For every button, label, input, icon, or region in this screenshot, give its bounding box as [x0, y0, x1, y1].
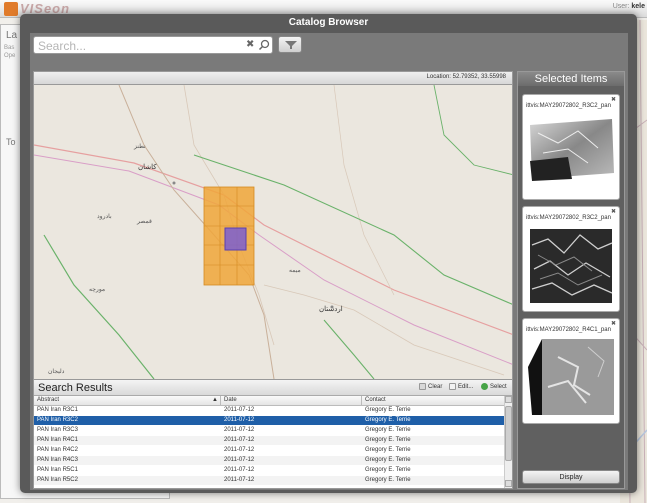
map-label: کاشان: [138, 164, 157, 171]
layers-panel-text: Bas Ope: [4, 45, 16, 59]
cell-contact: Gregory E. Terrie: [365, 437, 411, 443]
cell-date: 2011-07-12: [224, 447, 255, 453]
cell-date: 2011-07-12: [224, 427, 255, 433]
tools-panel-title: To: [6, 137, 16, 147]
search-box: ✖: [33, 36, 273, 54]
table-row[interactable]: PAN Iran R3C1 2011-07-12 Gregory E. Terr…: [34, 406, 504, 415]
table-row[interactable]: PAN Iran R3C2 2011-07-12 Gregory E. Terr…: [34, 416, 504, 425]
edit-icon: [449, 383, 456, 390]
map-label: نطنز: [134, 144, 146, 150]
cell-date: 2011-07-12: [224, 407, 255, 413]
select-button[interactable]: Select: [481, 383, 507, 390]
selected-items-panel: Selected Items ✖ ittvis:MAY29072802_R3C2…: [517, 71, 625, 489]
user-label: User:: [612, 3, 630, 10]
display-button[interactable]: Display: [522, 470, 620, 484]
selected-item-name: ittvis:MAY29072802_R4C1_pan: [526, 327, 611, 333]
column-headers: Abstract ▲ Date Contact: [34, 396, 504, 406]
results-title: Search Results: [38, 382, 113, 394]
cell-contact: Gregory E. Terrie: [365, 447, 411, 453]
select-label: Select: [490, 383, 507, 390]
column-contact[interactable]: Contact: [365, 397, 386, 403]
app-logo-icon: [4, 2, 18, 16]
column-divider[interactable]: [220, 396, 221, 406]
table-row[interactable]: PAN Iran R4C1 2011-07-12 Gregory E. Terr…: [34, 436, 504, 445]
clear-label: Clear: [428, 383, 443, 390]
clear-results-button[interactable]: Clear: [419, 383, 442, 390]
cell-contact: Gregory E. Terrie: [365, 417, 411, 423]
clear-icon: [419, 383, 426, 390]
cell-abstract: PAN Iran R5C2: [37, 477, 78, 483]
remove-item-icon[interactable]: ✖: [611, 208, 616, 215]
map-view[interactable]: نطنز کاشان قمصر بادرود میمه اردستان مورچ…: [33, 85, 513, 379]
cell-abstract: PAN Iran R4C1: [37, 437, 78, 443]
magnifier-icon[interactable]: [258, 39, 270, 51]
selected-item-thumbnail: [528, 225, 614, 305]
dialog-body: ✖ Location: 52.79352, 33.55998: [30, 33, 628, 490]
location-readout: Location: 52.79352, 33.55998: [426, 74, 506, 80]
catalog-browser-dialog: Catalog Browser ✖ Location: 52.79352, 33…: [20, 14, 637, 493]
cell-date: 2011-07-12: [224, 417, 255, 423]
sort-ascending-icon[interactable]: ▲: [212, 397, 218, 403]
dialog-title: Catalog Browser: [288, 17, 369, 28]
column-abstract[interactable]: Abstract: [37, 397, 59, 403]
cell-contact: Gregory E. Terrie: [365, 407, 411, 413]
user-name: kele: [631, 3, 645, 10]
cell-date: 2011-07-12: [224, 457, 255, 463]
remove-item-icon[interactable]: ✖: [611, 320, 616, 327]
cell-abstract: PAN Iran R4C3: [37, 457, 78, 463]
column-divider[interactable]: [361, 396, 362, 406]
cell-abstract: PAN Iran R3C1: [37, 407, 78, 413]
clear-icon[interactable]: ✖: [246, 39, 254, 50]
column-date[interactable]: Date: [224, 397, 237, 403]
footprint-grid[interactable]: [203, 186, 255, 286]
map-label: بادرود: [97, 214, 112, 220]
cell-contact: Gregory E. Terrie: [365, 427, 411, 433]
table-row[interactable]: PAN Iran R5C1 2011-07-12 Gregory E. Terr…: [34, 466, 504, 475]
selected-item-name: ittvis:MAY29072802_R3C2_pan: [526, 215, 611, 221]
layers-panel-title: La: [6, 30, 18, 41]
scroll-up-arrow-icon[interactable]: [505, 396, 512, 403]
map-label: قمصر: [137, 219, 152, 225]
selected-item-name: ittvis:MAY29072802_R3C2_pan: [526, 103, 611, 109]
edit-button[interactable]: Edit...: [449, 383, 473, 390]
results-rows: PAN Iran R3C1 2011-07-12 Gregory E. Terr…: [34, 406, 504, 488]
table-row[interactable]: PAN Iran R5C2 2011-07-12 Gregory E. Terr…: [34, 476, 504, 485]
scroll-down-arrow-icon[interactable]: [505, 480, 512, 487]
selected-item-thumbnail: [528, 113, 614, 193]
edit-label: Edit...: [458, 383, 474, 390]
map-label: دلیجان: [48, 369, 65, 375]
results-header: Search Results Clear Edit... Select: [34, 380, 512, 396]
cell-abstract: PAN Iran R3C3: [37, 427, 78, 433]
user-info: User: kele: [613, 3, 645, 10]
map-label: مورچه: [89, 287, 106, 293]
cell-contact: Gregory E. Terrie: [365, 477, 411, 483]
funnel-icon: [285, 41, 297, 49]
selected-item-thumbnail: [528, 337, 614, 417]
cell-contact: Gregory E. Terrie: [365, 457, 411, 463]
table-row[interactable]: PAN Iran R4C3 2011-07-12 Gregory E. Terr…: [34, 456, 504, 465]
cell-abstract: PAN Iran R3C2: [37, 417, 78, 423]
cell-date: 2011-07-12: [224, 477, 255, 483]
cell-abstract: PAN Iran R4C2: [37, 447, 78, 453]
filter-button[interactable]: [278, 36, 302, 53]
remove-item-icon[interactable]: ✖: [611, 96, 616, 103]
cell-contact: Gregory E. Terrie: [365, 467, 411, 473]
select-icon: [481, 383, 488, 390]
scroll-thumb[interactable]: [505, 406, 512, 461]
selected-item-card[interactable]: ✖ ittvis:MAY29072802_R4C1_pan: [522, 318, 620, 424]
map-header: Location: 52.79352, 33.55998: [33, 71, 513, 85]
map-label: اردستان: [319, 306, 343, 313]
results-scrollbar[interactable]: [504, 396, 512, 488]
map-label: میمه: [289, 268, 301, 274]
search-results-panel: Search Results Clear Edit... Select Abst…: [33, 379, 513, 489]
selected-item-card[interactable]: ✖ ittvis:MAY29072802_R3C2_pan: [522, 94, 620, 200]
selected-item-card[interactable]: ✖ ittvis:MAY29072802_R3C2_pan: [522, 206, 620, 312]
search-input[interactable]: [38, 38, 238, 53]
table-row[interactable]: PAN Iran R4C2 2011-07-12 Gregory E. Terr…: [34, 446, 504, 455]
cell-date: 2011-07-12: [224, 437, 255, 443]
cell-abstract: PAN Iran R5C1: [37, 467, 78, 473]
selected-items-title: Selected Items: [518, 72, 624, 86]
table-row[interactable]: PAN Iran R3C3 2011-07-12 Gregory E. Terr…: [34, 426, 504, 435]
cell-date: 2011-07-12: [224, 467, 255, 473]
